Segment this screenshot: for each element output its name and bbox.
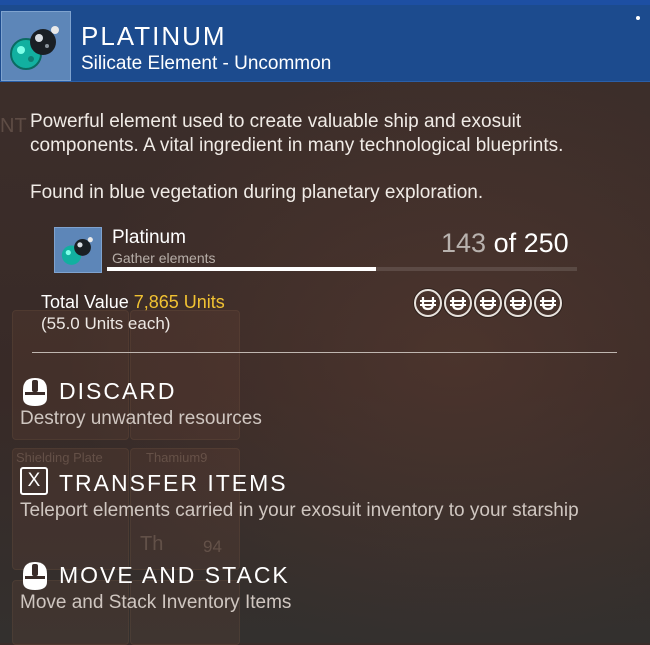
background-slot-label: Shielding Plate bbox=[16, 450, 103, 465]
section-divider bbox=[32, 352, 617, 353]
action-discard-description: Destroy unwanted resources bbox=[20, 408, 262, 429]
action-transfer-description: Teleport elements carried in your exosui… bbox=[20, 500, 579, 521]
total-value: Total Value 7,865 Units bbox=[41, 292, 225, 313]
units-currency-icon bbox=[534, 289, 562, 317]
units-currency-icon bbox=[414, 289, 442, 317]
total-value-label: Total Value bbox=[41, 292, 134, 312]
item-description: Powerful element used to create valuable… bbox=[30, 111, 564, 156]
action-transfer-title[interactable]: TRANSFER ITEMS bbox=[59, 470, 288, 497]
x-key-icon[interactable]: X bbox=[20, 467, 48, 495]
action-discard-title[interactable]: DISCARD bbox=[59, 378, 177, 405]
resource-progress-bar bbox=[107, 267, 577, 271]
resource-current: 143 bbox=[441, 228, 487, 258]
indicator-dot bbox=[636, 16, 640, 20]
action-move-stack-title[interactable]: MOVE AND STACK bbox=[59, 562, 290, 589]
background-slot-label: Thamium9 bbox=[146, 450, 208, 465]
item-icon-frame bbox=[1, 11, 71, 81]
mouse-button-icon[interactable] bbox=[20, 376, 50, 408]
resource-name: Platinum bbox=[112, 227, 186, 248]
item-location-hint: Found in blue vegetation during planetar… bbox=[30, 182, 484, 203]
platinum-gem-icon bbox=[61, 237, 93, 265]
units-currency-icon bbox=[504, 289, 532, 317]
platinum-gem-icon bbox=[10, 26, 59, 70]
resource-count: 143 of 250 bbox=[441, 228, 569, 259]
units-currency-icon bbox=[474, 289, 502, 317]
background-slot-label: Th bbox=[140, 533, 164, 555]
resource-progress-fill bbox=[107, 267, 376, 271]
mouse-button-icon[interactable] bbox=[20, 560, 50, 592]
item-header: PLATINUM Silicate Element - Uncommon bbox=[0, 5, 650, 82]
item-subtitle: Silicate Element - Uncommon bbox=[81, 53, 332, 74]
background-slot-label: 94 bbox=[203, 537, 222, 556]
units-rating bbox=[414, 289, 562, 317]
unit-value-each: (55.0 Units each) bbox=[41, 314, 171, 333]
resource-subtitle: Gather elements bbox=[112, 250, 216, 266]
units-currency-icon bbox=[444, 289, 472, 317]
action-move-stack-description: Move and Stack Inventory Items bbox=[20, 592, 292, 613]
total-value-amount: 7,865 Units bbox=[133, 292, 225, 312]
resource-max: of 250 bbox=[486, 228, 569, 258]
item-title: PLATINUM bbox=[81, 21, 227, 51]
background-slot-label: NT bbox=[0, 115, 27, 137]
resource-icon-frame bbox=[54, 227, 102, 273]
